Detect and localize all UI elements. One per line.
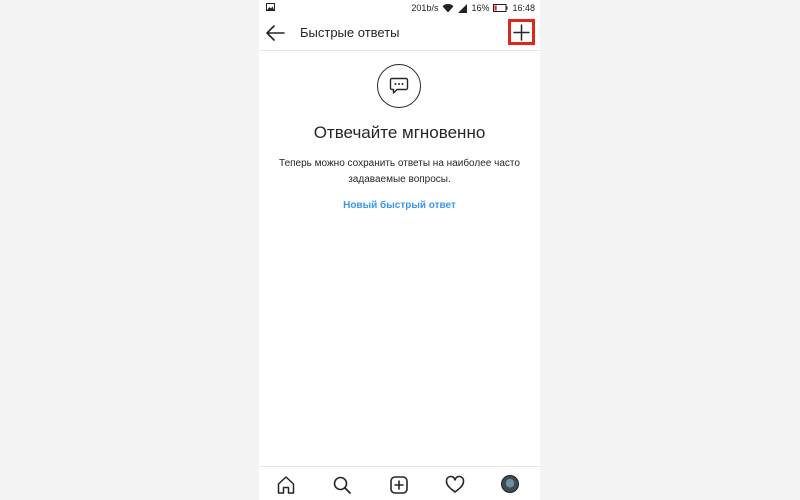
bottom-navigation bbox=[259, 466, 540, 500]
back-arrow-icon[interactable] bbox=[264, 22, 286, 44]
battery-icon bbox=[493, 4, 508, 12]
add-quick-reply-button[interactable] bbox=[508, 19, 535, 45]
search-icon[interactable] bbox=[332, 475, 352, 495]
heart-icon[interactable] bbox=[445, 475, 465, 495]
home-icon[interactable] bbox=[276, 475, 296, 495]
status-bar-right: 201b/s 16% 16:48 bbox=[411, 2, 535, 14]
profile-tab[interactable] bbox=[501, 475, 521, 495]
phone-screen: 201b/s 16% 16:48 Быстрые ответы Отвечайт… bbox=[259, 0, 540, 500]
empty-state-heading: Отвечайте мгновенно bbox=[313, 123, 486, 142]
empty-state-icon-circle bbox=[377, 64, 421, 108]
gallery-notification-icon bbox=[266, 3, 275, 11]
battery-percent: 16% bbox=[471, 3, 490, 13]
network-speed: 201b/s bbox=[411, 3, 439, 13]
page-title: Быстрые ответы bbox=[300, 25, 400, 40]
avatar bbox=[501, 475, 519, 493]
signal-icon bbox=[458, 3, 468, 13]
new-quick-reply-link[interactable]: Новый быстрый ответ bbox=[259, 200, 540, 211]
plus-icon bbox=[513, 23, 530, 41]
add-post-icon[interactable] bbox=[389, 475, 409, 495]
empty-state-description: Теперь можно сохранить ответы на наиболе… bbox=[279, 158, 520, 185]
wifi-icon bbox=[442, 4, 454, 13]
clock: 16:48 bbox=[512, 3, 535, 13]
app-header: Быстрые ответы bbox=[259, 16, 540, 51]
chat-bubble-icon bbox=[389, 77, 409, 94]
status-bar: 201b/s 16% 16:48 bbox=[259, 0, 540, 16]
